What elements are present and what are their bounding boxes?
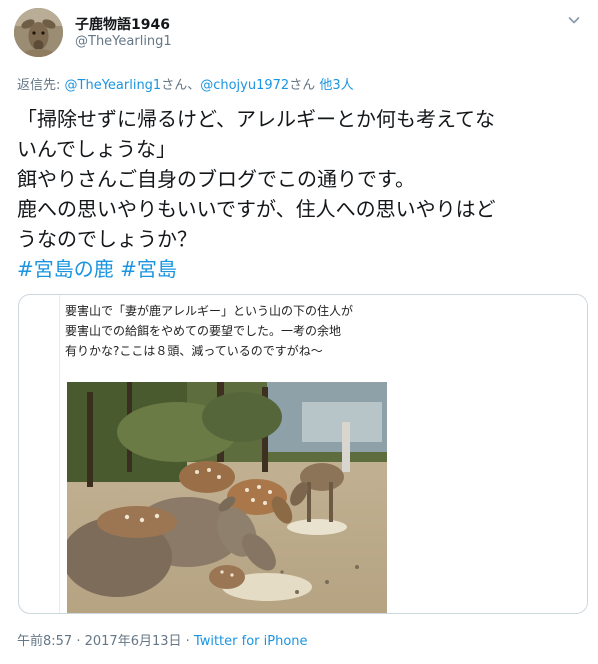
reply-suffix: さん、	[161, 78, 201, 93]
deer-avatar-image	[14, 8, 63, 57]
blog-text: 要害山で「妻が鹿アレルギー」という山の下の住人が 要害山での給餌をやめての要望で…	[65, 301, 353, 361]
avatar[interactable]	[14, 8, 63, 57]
chevron-down-icon[interactable]	[566, 12, 582, 28]
blog-text-line: 要害山での給餌をやめての要望でした。一考の余地	[65, 324, 342, 338]
reply-user-link[interactable]: @chojyu1972	[200, 78, 289, 93]
tweet-date[interactable]: 2017年6月13日	[85, 634, 182, 649]
hashtag-link[interactable]: #宮島	[120, 257, 177, 281]
tweet-text: 「掃除せずに帰るけど、アレルギーとか何も考えてな いんでしょうな」 餌やりさんご…	[17, 104, 583, 284]
footer-separator: ·	[72, 634, 85, 649]
blog-screenshot: 要害山で「妻が鹿アレルギー」という山の下の住人が 要害山での給餌をやめての要望で…	[59, 295, 587, 613]
user-handle[interactable]: @TheYearling1	[75, 34, 172, 49]
tweet-text-line: いんでしょうな」	[17, 137, 176, 161]
reply-prefix: 返信先:	[17, 78, 65, 93]
reply-context: 返信先: @TheYearling1さん、@chojyu1972さん 他3人	[17, 74, 354, 93]
tweet-footer: 午前8:57 · 2017年6月13日 · Twitter for iPhone	[17, 630, 308, 649]
reply-user-link[interactable]: @TheYearling1	[65, 78, 162, 93]
tweet-text-line: 鹿への思いやりもいいですが、住人への思いやりはど	[17, 197, 496, 221]
tweet-text-line: うなのでしょうか？	[17, 227, 197, 251]
hashtag-line: #宮島の鹿 #宮島	[17, 254, 583, 284]
hashtag-link[interactable]: #宮島の鹿	[17, 257, 114, 281]
reply-others-link[interactable]: 他3人	[319, 78, 353, 93]
footer-separator: ·	[181, 634, 194, 649]
reply-suffix: さん	[289, 78, 320, 93]
blog-text-line: 要害山で「妻が鹿アレルギー」という山の下の住人が	[65, 304, 354, 318]
tweet-text-line: 餌やりさんご自身のブログでこの通りです。	[17, 167, 415, 191]
tweet-time[interactable]: 午前8:57	[17, 634, 72, 649]
display-name[interactable]: 子鹿物語1946	[75, 14, 170, 34]
deer-photo	[67, 382, 387, 613]
blog-text-line: 有りかな?ここは８頭、減っているのですがね～	[65, 344, 323, 358]
tweet: 子鹿物語1946 @TheYearling1 返信先: @TheYearling…	[0, 0, 598, 664]
source-app-link[interactable]: Twitter for iPhone	[194, 634, 308, 649]
media-card[interactable]: 要害山で「妻が鹿アレルギー」という山の下の住人が 要害山での給餌をやめての要望で…	[18, 294, 588, 614]
tweet-text-line: 「掃除せずに帰るけど、アレルギーとか何も考えてな	[17, 107, 495, 131]
